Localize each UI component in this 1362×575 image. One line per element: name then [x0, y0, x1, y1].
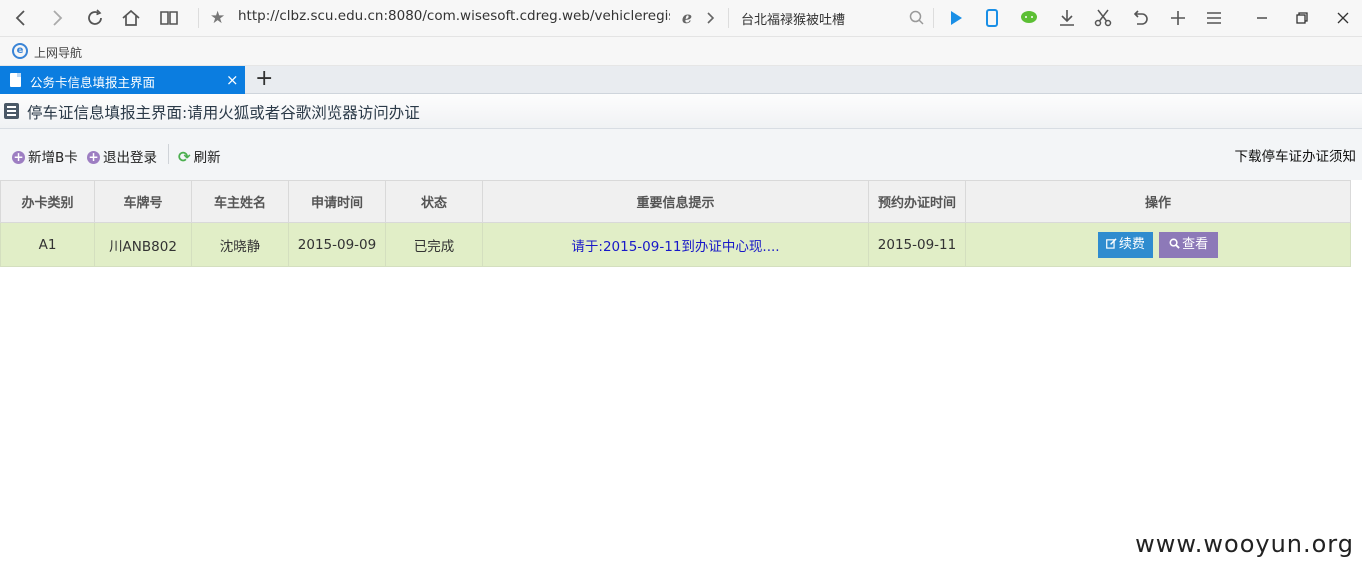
- column-header[interactable]: 预约办证时间: [868, 180, 966, 223]
- toolbar-separator: [728, 8, 729, 28]
- appointment-cell: 2015-09-11: [868, 222, 966, 267]
- browser-toolbar: ★ http://clbz.scu.edu.cn:8080/com.wiseso…: [0, 0, 1362, 37]
- add-icon[interactable]: [1166, 6, 1190, 30]
- phone-icon[interactable]: [980, 6, 1004, 30]
- renew-label: 续费: [1118, 236, 1145, 252]
- renew-button[interactable]: 续费: [1097, 231, 1153, 258]
- watermark: www.wooyun.org: [1135, 530, 1354, 558]
- back-icon[interactable]: [9, 6, 33, 30]
- address-expand-icon[interactable]: [698, 6, 722, 30]
- status-cell: 已完成: [385, 222, 483, 267]
- search-input[interactable]: 台北福禄猴被吐槽: [741, 9, 845, 28]
- ie-compat-icon[interactable]: ℯ: [675, 6, 699, 30]
- favorite-star-icon[interactable]: ★: [210, 8, 225, 28]
- reading-mode-icon[interactable]: [157, 6, 181, 30]
- apply-date-cell: 2015-09-09: [288, 222, 386, 267]
- card-type-cell: A1: [0, 222, 95, 267]
- column-header[interactable]: 车牌号: [94, 180, 192, 223]
- logout-button[interactable]: + 退出登录: [87, 146, 157, 166]
- favorites-bar: e 上网导航: [0, 37, 1362, 66]
- operations-cell: 续费 查看: [965, 222, 1351, 267]
- restore-icon[interactable]: [1289, 6, 1313, 30]
- tab-close-icon[interactable]: ×: [226, 71, 239, 89]
- refresh-label: 刷新: [193, 150, 221, 166]
- address-bar[interactable]: http://clbz.scu.edu.cn:8080/com.wisesoft…: [238, 8, 670, 24]
- column-header: 操作: [965, 180, 1351, 223]
- table-header-row: 办卡类别 车牌号 车主姓名 申请时间 状态 重要信息提示 预约办证时间 操作: [0, 180, 1351, 223]
- tab-title: 公务卡信息填报主界面: [30, 75, 156, 90]
- tab-active[interactable]: 公务卡信息填报主界面 ×: [0, 66, 245, 94]
- scissors-icon[interactable]: [1091, 6, 1115, 30]
- forward-icon[interactable]: [45, 6, 69, 30]
- ie-logo-icon: e: [12, 43, 28, 59]
- info-cell[interactable]: 请于:2015-09-11到办证中心现....: [482, 222, 869, 267]
- undo-icon[interactable]: [1128, 6, 1152, 30]
- column-header[interactable]: 办卡类别: [0, 180, 95, 223]
- download-icon[interactable]: [1055, 6, 1079, 30]
- page-title: 停车证信息填报主界面:请用火狐或者谷歌浏览器访问办证: [27, 104, 420, 122]
- edit-icon: [1105, 237, 1117, 249]
- document-icon: [10, 73, 21, 87]
- home-icon[interactable]: [119, 6, 143, 30]
- column-header[interactable]: 车主姓名: [191, 180, 289, 223]
- action-separator: [168, 144, 169, 164]
- action-bar: + 新增B卡 + 退出登录 ⟳ 刷新 下载停车证办证须知: [0, 129, 1362, 180]
- menu-icon[interactable]: [1202, 6, 1226, 30]
- logout-label: 退出登录: [103, 150, 157, 166]
- chat-icon[interactable]: [1017, 6, 1041, 30]
- plus-circle-icon: +: [87, 150, 100, 164]
- registration-table: 办卡类别 车牌号 车主姓名 申请时间 状态 重要信息提示 预约办证时间 操作 A…: [0, 180, 1351, 267]
- plate-cell: 川ANB802: [94, 222, 192, 267]
- view-button[interactable]: 查看: [1159, 231, 1219, 258]
- plus-circle-icon: +: [12, 150, 25, 164]
- page-header: 停车证信息填报主界面:请用火狐或者谷歌浏览器访问办证: [0, 94, 1362, 129]
- reload-icon[interactable]: [83, 6, 107, 30]
- new-tab-button[interactable]: +: [255, 67, 273, 91]
- toolbar-separator: [933, 8, 934, 28]
- owner-cell: 沈晓静: [191, 222, 289, 267]
- table-row[interactable]: A1 川ANB802 沈晓静 2015-09-09 已完成 请于:2015-09…: [0, 222, 1351, 267]
- search-icon[interactable]: [905, 6, 929, 30]
- view-label: 查看: [1182, 236, 1209, 252]
- tab-strip: 公务卡信息填报主界面 × +: [0, 66, 1362, 94]
- add-b-card-label: 新增B卡: [28, 150, 78, 166]
- refresh-button[interactable]: ⟳ 刷新: [178, 146, 221, 166]
- toolbar-separator: [198, 8, 199, 28]
- video-play-icon[interactable]: [944, 6, 968, 30]
- add-b-card-button[interactable]: + 新增B卡: [12, 146, 78, 166]
- list-icon: [4, 103, 19, 119]
- minimize-icon[interactable]: [1250, 6, 1274, 30]
- refresh-icon: ⟳: [178, 148, 191, 166]
- column-header[interactable]: 状态: [385, 180, 483, 223]
- favorite-link-navigation[interactable]: 上网导航: [34, 44, 82, 61]
- column-header[interactable]: 重要信息提示: [482, 180, 869, 223]
- search-icon: [1169, 238, 1180, 249]
- download-notice-link[interactable]: 下载停车证办证须知: [1235, 145, 1357, 165]
- close-window-icon[interactable]: [1331, 6, 1355, 30]
- column-header[interactable]: 申请时间: [288, 180, 386, 223]
